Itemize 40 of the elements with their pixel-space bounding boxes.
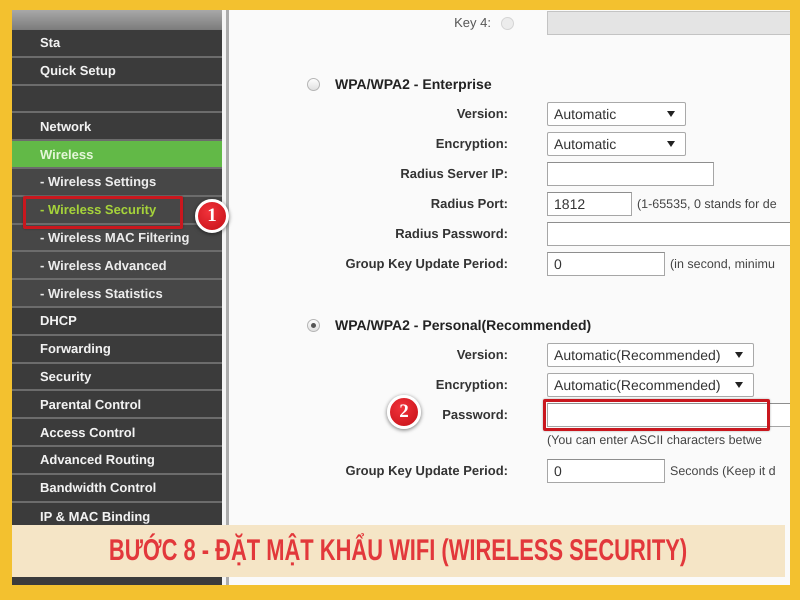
field-label: Group Key Update Period: bbox=[345, 256, 508, 271]
menu-item[interactable]: - Wireless Settings bbox=[12, 168, 222, 197]
caption-text: BƯỚC 8 - ĐẶT MẬT KHẨU WIFI (WIRELESS SECURITY) bbox=[109, 534, 688, 568]
menu-item[interactable]: Security bbox=[12, 364, 222, 392]
field-label: Version: bbox=[456, 347, 508, 362]
dropdown[interactable]: Automatic(Recommended) bbox=[547, 373, 754, 397]
field-label: Radius Server IP: bbox=[400, 166, 508, 181]
field-label: Encryption: bbox=[436, 377, 508, 392]
caret-icon bbox=[667, 111, 675, 117]
field-note: (in second, minimu bbox=[670, 257, 775, 271]
field-hint: (You can enter ASCII characters betwe bbox=[547, 433, 763, 448]
field-label: Radius Port: bbox=[430, 196, 508, 211]
radio-button[interactable] bbox=[307, 318, 320, 332]
dropdown[interactable]: Automatic(Recommended) bbox=[547, 343, 754, 367]
port-field[interactable]: 1812 bbox=[547, 192, 632, 216]
password-field[interactable] bbox=[547, 403, 790, 427]
section-title: WPA/WPA2 - Enterprise bbox=[335, 76, 492, 92]
input-field[interactable] bbox=[547, 162, 714, 186]
field-label: Key 4: bbox=[454, 15, 491, 30]
password-field[interactable] bbox=[547, 222, 790, 246]
field-label: Version: bbox=[456, 106, 508, 121]
period-field[interactable]: 0 bbox=[547, 252, 665, 276]
menu-item[interactable]: - Wireless Advanced bbox=[12, 252, 222, 280]
field-note: (1-65535, 0 stands for de bbox=[637, 197, 777, 211]
field-note: Seconds (Keep it d bbox=[670, 464, 776, 478]
radio-button[interactable] bbox=[307, 78, 320, 90]
step-badge: 2 bbox=[387, 395, 421, 429]
caret-icon bbox=[734, 382, 743, 388]
field-label: Group Key Update Period: bbox=[345, 463, 508, 478]
dropdown[interactable]: Automatic bbox=[547, 102, 686, 126]
field-label: Radius Password: bbox=[395, 226, 508, 241]
section-title: WPA/WPA2 - Personal(Recommended) bbox=[335, 317, 592, 333]
caret-icon bbox=[667, 141, 675, 147]
menu-item[interactable]: IP & MAC Binding bbox=[12, 502, 222, 525]
field-label: Encryption: bbox=[436, 136, 508, 151]
dropdown[interactable]: Automatic bbox=[547, 132, 686, 156]
caret-icon bbox=[734, 352, 743, 358]
menu-item[interactable]: - Wireless Statistics bbox=[12, 280, 222, 308]
period-field[interactable]: 0 bbox=[547, 459, 665, 483]
field-label: Password: bbox=[442, 407, 508, 422]
